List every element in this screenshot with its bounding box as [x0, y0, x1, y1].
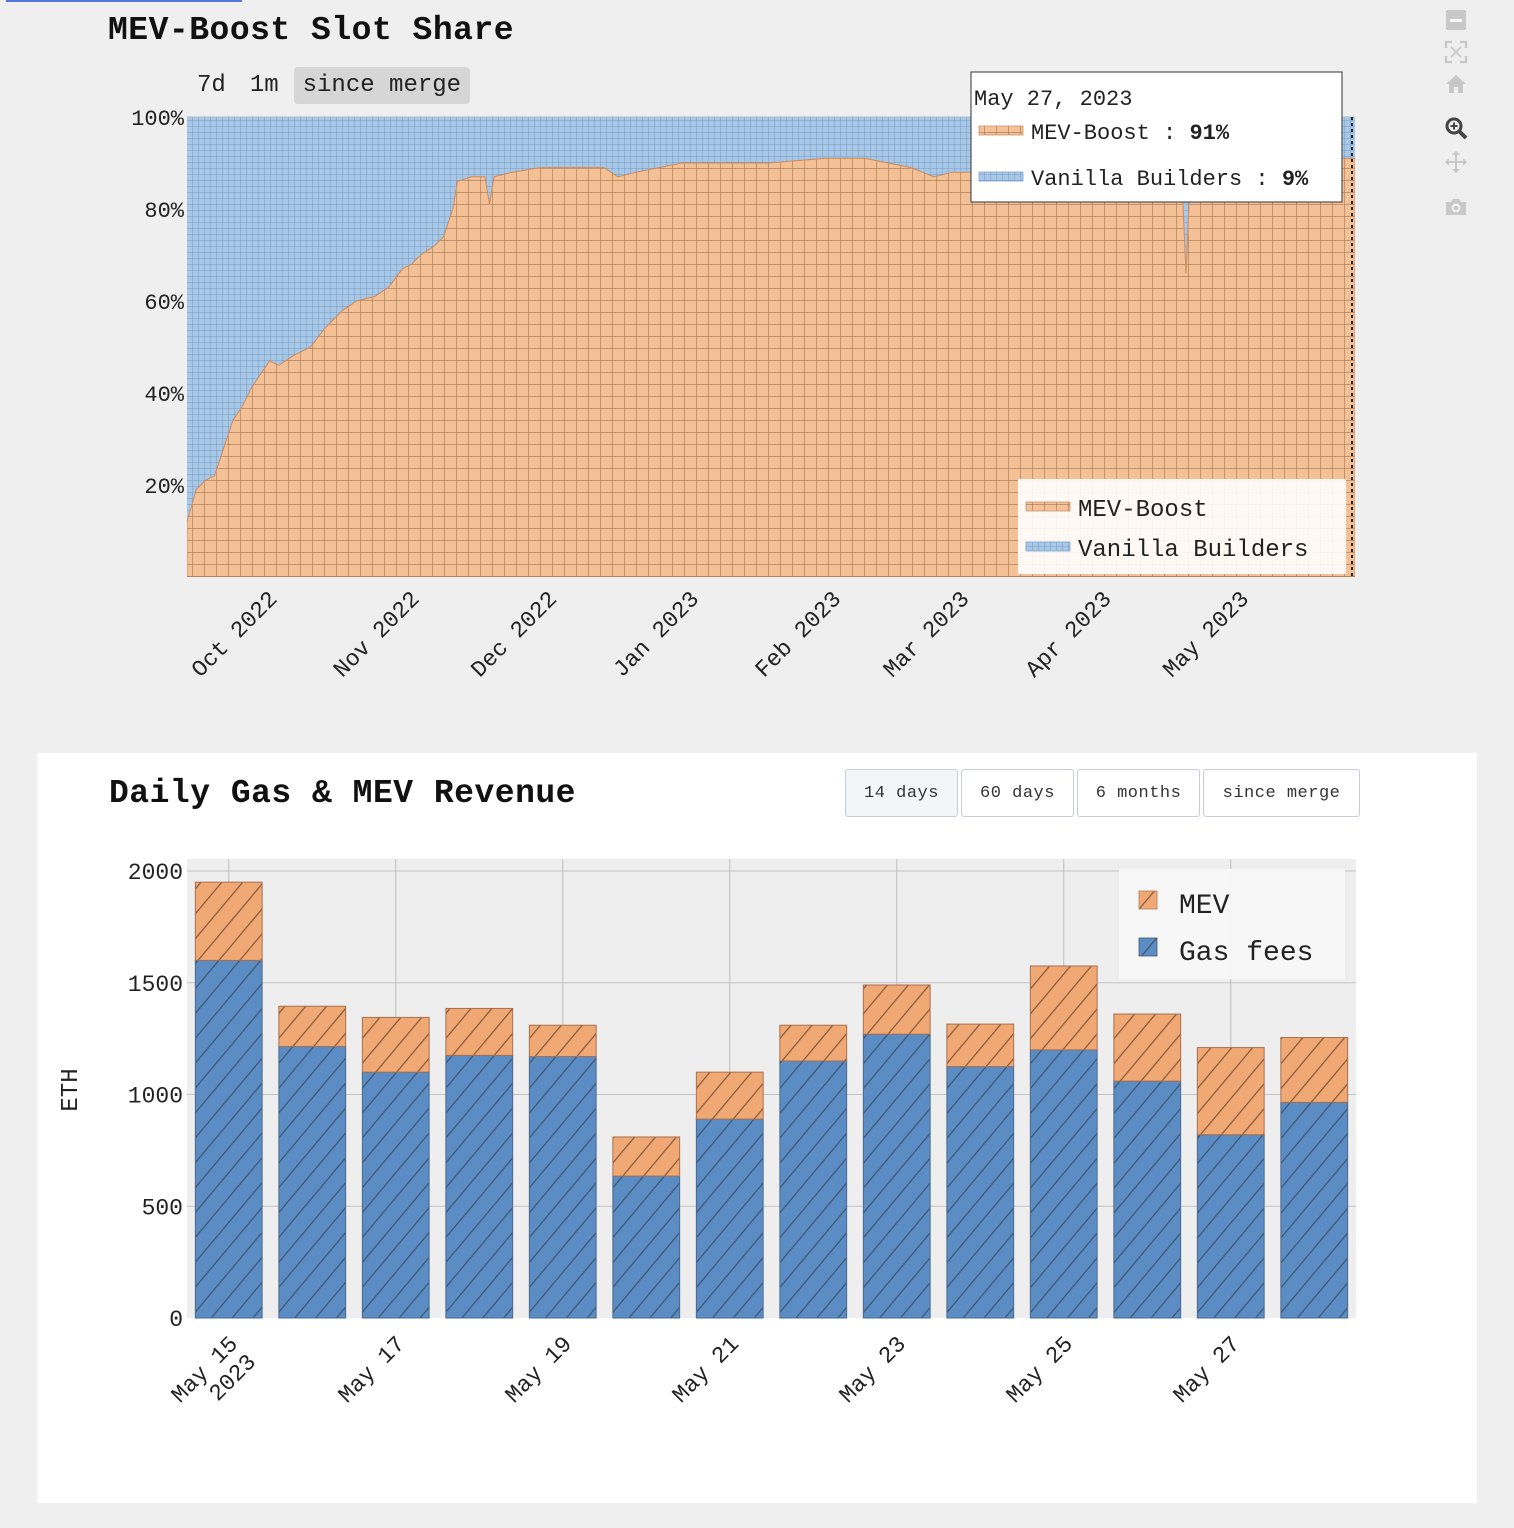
camera-icon[interactable] — [1440, 191, 1472, 223]
tooltip-row-mev-boost: MEV-Boost : 91% — [1031, 121, 1230, 146]
y-tick-label: 0 — [169, 1307, 183, 1333]
bar-gas-fees[interactable] — [1196, 1134, 1265, 1319]
zoom-icon[interactable] — [1440, 112, 1472, 144]
y-tick-label: 1500 — [128, 972, 183, 998]
range-button-1m[interactable]: 1m — [241, 67, 288, 104]
zoom-out-icon[interactable] — [1440, 4, 1472, 36]
x-tick-label: Apr 2023 — [1021, 587, 1117, 683]
x-tick-label: Nov 2022 — [329, 587, 425, 683]
range-button-7d[interactable]: 7d — [188, 67, 235, 104]
bar-mev[interactable] — [278, 1005, 347, 1047]
tooltip-row-vanilla: Vanilla Builders : 9% — [1031, 167, 1309, 192]
tooltip-swatch-mev-boost — [978, 125, 1024, 136]
x-tick-label: May 17 — [334, 1332, 411, 1409]
revenue-range-selector: 14 days 60 days 6 months since merge — [845, 769, 1360, 817]
home-icon[interactable] — [1440, 68, 1472, 100]
bar-mev[interactable] — [1113, 1013, 1182, 1082]
bar-mev[interactable] — [445, 1007, 514, 1056]
autoscale-icon[interactable] — [1440, 36, 1472, 68]
legend-label-mev: MEV — [1179, 891, 1230, 922]
bar-mev[interactable] — [194, 881, 263, 961]
x-tick-label: Jan 2023 — [608, 587, 704, 683]
legend-swatch-mev — [1138, 890, 1158, 910]
bar-gas-fees[interactable] — [1113, 1080, 1182, 1319]
legend-slot-share: MEV-Boost Vanilla Builders — [1018, 479, 1346, 574]
legend-swatch-vanilla — [1025, 541, 1071, 552]
tooltip-swatch-vanilla — [978, 171, 1024, 182]
pan-icon[interactable] — [1440, 146, 1472, 178]
y-tick-label: 20% — [144, 475, 184, 500]
y-tick-label: 80% — [144, 199, 184, 224]
y-tick-label: 60% — [144, 291, 184, 316]
bar-gas-fees[interactable] — [361, 1071, 430, 1319]
x-tick-label: Feb 2023 — [750, 587, 846, 683]
daily-revenue-panel: 0 500 1000 1500 2000 May 15 2023 May 17 May 19 M… — [37, 753, 1477, 1503]
slot-share-range-selector: 7d 1m since merge — [188, 67, 471, 104]
legend-revenue: MEV Gas fees — [1119, 869, 1345, 979]
legend-label-mev-boost: MEV-Boost — [1078, 497, 1208, 524]
bar-mev[interactable] — [862, 984, 931, 1035]
x-tick-label: May 2023 — [1158, 587, 1254, 683]
bar-gas-fees[interactable] — [445, 1054, 514, 1319]
bar-mev[interactable] — [528, 1024, 597, 1058]
x-tick-label: May 27 — [1169, 1332, 1246, 1409]
y-tick-label: 2000 — [128, 860, 183, 886]
x-tick-label: May 23 — [835, 1332, 912, 1409]
bar-mev[interactable] — [612, 1136, 681, 1177]
slot-share-chart: 20% 40% 60% 80% 100% Oct 2022 Nov 2022 Dec 202… — [131, 71, 1355, 683]
x-tick-label: Dec 2022 — [466, 587, 562, 683]
x-tick-label: May 25 — [1002, 1332, 1079, 1409]
daily-revenue-title: Daily Gas & MEV Revenue — [109, 775, 576, 812]
bar-gas-fees[interactable] — [779, 1060, 848, 1319]
daily-revenue-chart: 0500100015002000 May 152023 May 17 May 19 M… — [58, 859, 1356, 1409]
y-tick-label: 1000 — [128, 1084, 183, 1110]
range-button-14-days[interactable]: 14 days — [845, 769, 958, 817]
legend-swatch-gas — [1138, 937, 1158, 957]
x-tick-label: Oct 2022 — [187, 587, 283, 683]
x-tick-label: Mar 2023 — [879, 587, 975, 683]
legend-swatch-mev-boost — [1025, 501, 1071, 512]
bar-gas-fees[interactable] — [1029, 1049, 1098, 1319]
x-tick-label: May 19 — [501, 1332, 578, 1409]
bar-gas-fees[interactable] — [862, 1033, 931, 1319]
bar-mev[interactable] — [1280, 1037, 1349, 1103]
range-button-60-days[interactable]: 60 days — [961, 769, 1074, 817]
range-button-since-merge[interactable]: since merge — [293, 67, 471, 104]
bar-mev[interactable] — [1029, 965, 1098, 1051]
legend-label-gas: Gas fees — [1179, 938, 1313, 969]
bar-gas-fees[interactable] — [528, 1056, 597, 1319]
bar-gas-fees[interactable] — [278, 1045, 347, 1319]
bar-gas-fees[interactable] — [194, 959, 263, 1319]
hover-tooltip: May 27, 2023 MEV-Boost : 91% Vanilla Bui… — [970, 71, 1343, 203]
tooltip-date: May 27, 2023 — [974, 87, 1132, 112]
y-tick-label: 40% — [144, 383, 184, 408]
range-button-since-merge-revenue[interactable]: since merge — [1203, 769, 1360, 817]
bar-mev[interactable] — [1196, 1047, 1265, 1136]
bar-mev[interactable] — [361, 1016, 430, 1073]
bar-gas-fees[interactable] — [695, 1118, 764, 1319]
slot-share-title: MEV-Boost Slot Share — [108, 12, 515, 49]
y-axis-label: ETH — [58, 1068, 85, 1111]
bar-mev[interactable] — [946, 1023, 1015, 1068]
bar-gas-fees[interactable] — [1280, 1101, 1349, 1319]
bar-gas-fees[interactable] — [946, 1066, 1015, 1319]
y-tick-label: 500 — [142, 1195, 183, 1221]
bar-gas-fees[interactable] — [612, 1175, 681, 1319]
legend-label-vanilla: Vanilla Builders — [1078, 537, 1308, 564]
bar-mev[interactable] — [779, 1024, 848, 1062]
range-button-6-months[interactable]: 6 months — [1077, 769, 1200, 817]
y-tick-label: 100% — [131, 107, 185, 132]
x-tick-label: May 21 — [668, 1332, 745, 1409]
bar-mev[interactable] — [695, 1071, 764, 1120]
